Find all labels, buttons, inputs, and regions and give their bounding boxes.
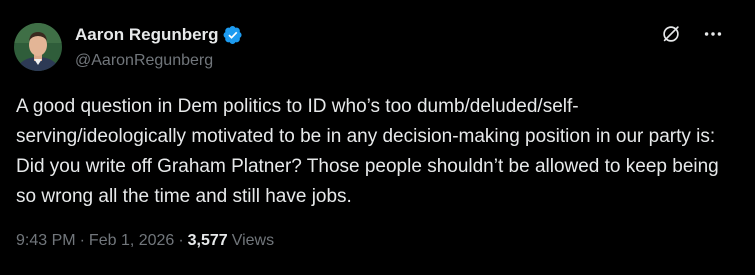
tweet-meta: 9:43 PM · Feb 1, 2026 · 3,577 Views — [16, 231, 274, 251]
more-options-icon[interactable] — [701, 22, 725, 46]
views-count[interactable]: 3,577 — [188, 231, 228, 251]
tweet-card: Aaron Regunberg @AaronRegunberg A good q… — [0, 0, 755, 275]
author-info: Aaron Regunberg @AaronRegunberg — [75, 24, 243, 71]
meta-separator: · — [79, 232, 85, 249]
tweet-time[interactable]: 9:43 PM — [16, 231, 76, 251]
author-name-row: Aaron Regunberg — [75, 24, 243, 46]
verified-badge-icon[interactable] — [223, 25, 243, 45]
grok-icon[interactable] — [659, 22, 683, 46]
tweet-text: A good question in Dem politics to ID wh… — [16, 96, 725, 207]
meta-separator: · — [178, 232, 184, 249]
tweet-actions — [659, 22, 725, 46]
tweet-date[interactable]: Feb 1, 2026 — [89, 231, 174, 251]
avatar[interactable] — [14, 23, 62, 71]
author-display-name[interactable]: Aaron Regunberg — [75, 24, 219, 46]
views-label: Views — [231, 232, 275, 249]
author-handle[interactable]: @AaronRegunberg — [75, 51, 243, 71]
avatar-image — [14, 23, 62, 71]
